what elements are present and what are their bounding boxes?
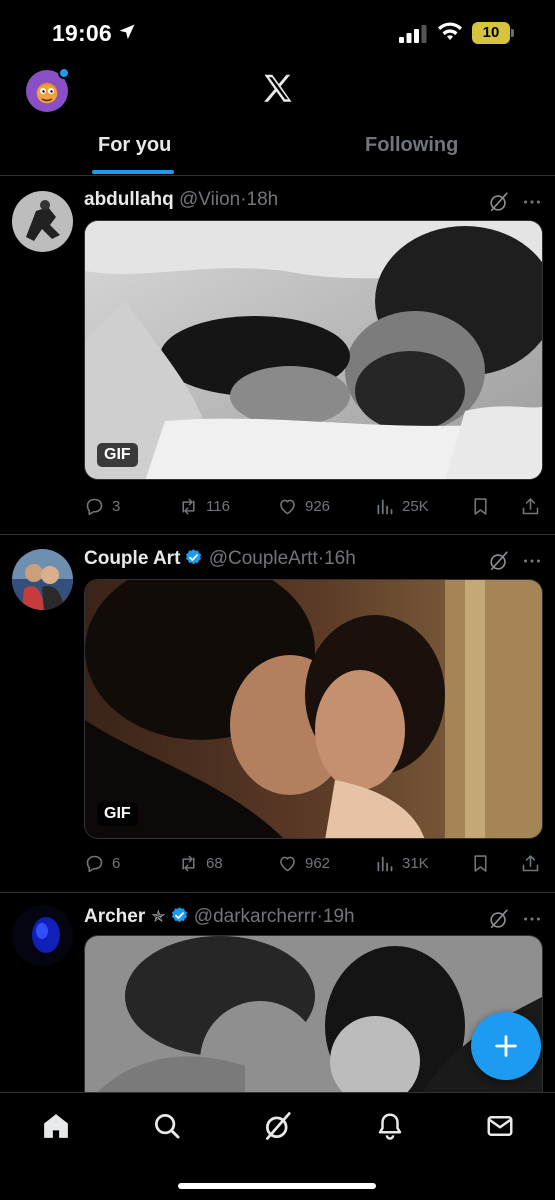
views-icon xyxy=(374,853,395,874)
bookmark-icon xyxy=(470,853,491,874)
bookmark-button[interactable] xyxy=(470,850,498,876)
reply-button[interactable]: 6 xyxy=(84,850,120,876)
tab-following[interactable]: Following xyxy=(365,134,458,157)
grok-icon[interactable] xyxy=(488,550,510,572)
status-bar: 19:06 10 xyxy=(0,0,555,62)
share-icon xyxy=(520,853,541,874)
battery-cap xyxy=(511,29,514,37)
reply-icon xyxy=(84,496,105,517)
plus-icon xyxy=(495,1035,517,1057)
views-count: 25K xyxy=(402,497,429,515)
media-image xyxy=(85,580,542,838)
post-media[interactable] xyxy=(84,935,543,1105)
gif-badge: GIF xyxy=(97,443,138,467)
like-count: 962 xyxy=(305,854,331,872)
reply-count: 6 xyxy=(112,854,121,872)
avatar-art xyxy=(12,905,73,966)
views-icon xyxy=(374,496,395,517)
post-media[interactable]: GIF xyxy=(84,220,543,480)
bookmark-button[interactable] xyxy=(470,493,498,519)
like-button[interactable]: 962 xyxy=(277,850,330,876)
share-button[interactable] xyxy=(520,850,548,876)
post-actions: 3 116 926 25K xyxy=(84,493,544,519)
home-indicator[interactable] xyxy=(178,1183,376,1189)
post-header: Archer ✯ @darkarcherrr·19h xyxy=(84,906,355,932)
like-button[interactable]: 926 xyxy=(277,493,330,519)
media-image xyxy=(85,936,542,1105)
verified-badge-icon xyxy=(184,548,203,567)
repost-count: 68 xyxy=(206,854,223,872)
gif-badge: GIF xyxy=(97,802,138,826)
avatar-art xyxy=(12,549,73,610)
author-handle[interactable]: @CoupleArtt xyxy=(209,548,318,569)
post[interactable]: Couple Art @CoupleArtt·16h GIF 6 68 962 … xyxy=(0,536,555,893)
mail-icon[interactable] xyxy=(485,1111,515,1141)
post-header: Couple Art @CoupleArtt·16h xyxy=(84,548,356,574)
search-icon[interactable] xyxy=(152,1111,182,1141)
heart-icon xyxy=(277,853,298,874)
post-time: 18h xyxy=(246,189,279,210)
author-handle[interactable]: @Viion xyxy=(179,189,240,210)
notification-dot xyxy=(58,67,70,79)
bookmark-icon xyxy=(470,496,491,517)
home-icon[interactable] xyxy=(41,1111,71,1141)
battery-icon: 10 xyxy=(472,22,510,44)
wifi-icon xyxy=(438,22,462,40)
post-author-avatar[interactable] xyxy=(12,191,73,252)
post-time: 19h xyxy=(322,906,355,927)
views-count: 31K xyxy=(402,854,429,872)
tab-for-you[interactable]: For you xyxy=(98,134,171,157)
post-author-avatar[interactable] xyxy=(12,549,73,610)
repost-button[interactable]: 116 xyxy=(178,493,230,519)
repost-count: 116 xyxy=(206,497,230,515)
more-options-icon[interactable] xyxy=(521,550,543,572)
post-header: abdullahq @Viion·18h xyxy=(84,189,278,215)
repost-icon xyxy=(178,496,199,517)
avatar-art xyxy=(12,191,73,252)
views-button[interactable]: 25K xyxy=(374,493,429,519)
verified-badge-icon xyxy=(170,906,189,925)
compose-button[interactable] xyxy=(471,1012,541,1080)
repost-icon xyxy=(178,853,199,874)
repost-button[interactable]: 68 xyxy=(178,850,223,876)
bell-icon[interactable] xyxy=(375,1111,405,1141)
grok-icon[interactable] xyxy=(488,908,510,930)
views-button[interactable]: 31K xyxy=(374,850,429,876)
more-options-icon[interactable] xyxy=(521,908,543,930)
post[interactable]: Archer ✯ @darkarcherrr·19h xyxy=(0,894,555,1105)
post-author-avatar[interactable] xyxy=(12,905,73,966)
author-name[interactable]: abdullahq xyxy=(84,189,174,210)
post[interactable]: abdullahq @Viion·18h GIF 3 116 926 25K xyxy=(0,177,555,535)
grok-icon[interactable] xyxy=(263,1111,293,1141)
location-arrow-icon xyxy=(119,24,135,40)
x-logo-icon[interactable] xyxy=(259,71,297,107)
media-image xyxy=(85,221,542,479)
post-media[interactable]: GIF xyxy=(84,579,543,839)
star-mark: ✯ xyxy=(151,907,166,926)
author-name[interactable]: Archer xyxy=(84,906,145,927)
active-tab-indicator xyxy=(92,170,174,174)
grok-icon[interactable] xyxy=(488,191,510,213)
author-handle[interactable]: @darkarcherrr xyxy=(194,906,317,927)
signal-icon xyxy=(399,25,427,43)
share-icon xyxy=(520,496,541,517)
reply-count: 3 xyxy=(112,497,121,515)
share-button[interactable] xyxy=(520,493,548,519)
more-options-icon[interactable] xyxy=(521,191,543,213)
heart-icon xyxy=(277,496,298,517)
reply-button[interactable]: 3 xyxy=(84,493,120,519)
reply-icon xyxy=(84,853,105,874)
status-time: 19:06 xyxy=(52,20,112,46)
author-name[interactable]: Couple Art xyxy=(84,548,180,569)
post-actions: 6 68 962 31K xyxy=(84,850,544,876)
post-time: 16h xyxy=(324,548,356,569)
timeline-tabs: For you Following xyxy=(0,120,555,176)
like-count: 926 xyxy=(305,497,331,515)
